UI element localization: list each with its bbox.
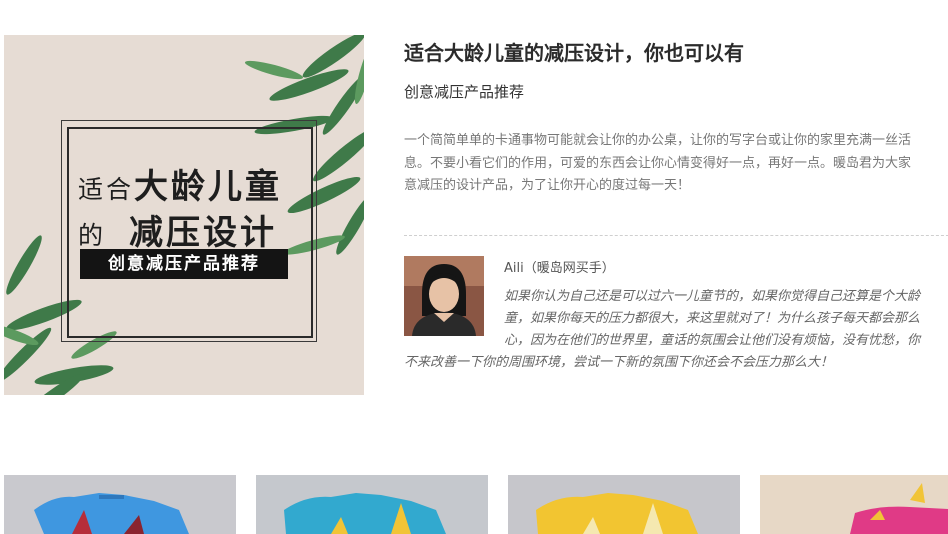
author-quote-line: 童，如果你每天的压力都很大，来这里就对了！为什么孩子每天都会那么: [504, 311, 921, 326]
description-line: 息。不要小看它们的作用，可爱的东西会让你心情变得好一点，再好一点。暖岛君为大家: [404, 155, 912, 171]
hero-tag: 创意减压产品推荐: [80, 249, 288, 279]
hero-line2-big: 减压设计: [129, 213, 278, 253]
hero-line1-small: 适合: [78, 175, 135, 204]
hero-line2-small: 的: [78, 221, 104, 250]
pink-toy-image: [760, 475, 948, 534]
blue-toy-image: [4, 475, 236, 534]
product-thumb-yellow[interactable]: [508, 475, 740, 534]
article-subtitle: 创意减压产品推荐: [404, 83, 525, 101]
article-description: 一个简简单单的卡通事物可能就会让你的办公桌，让你的写字台或让你的家里充满一丝活 …: [404, 130, 948, 198]
article-title[interactable]: 适合大龄儿童的减压设计，你也可以有: [404, 37, 744, 66]
author-name[interactable]: Aili（暖岛网买手）: [504, 257, 615, 276]
hero-headline-line2: 的减压设计: [78, 205, 277, 254]
yellow-toy-image: [508, 475, 740, 534]
product-thumb-cyan[interactable]: [256, 475, 488, 534]
hero-line1-big: 大龄儿童: [134, 167, 283, 207]
hero-headline-line1: 适合大龄儿童: [78, 159, 282, 208]
author-avatar[interactable]: [404, 256, 484, 336]
cyan-toy-image: [256, 475, 488, 534]
author-quote-line: 心，因为在他们的世界里，童话的氛围会让他们没有烦恼，没有忧愁，你: [504, 333, 921, 348]
description-line: 一个简简单单的卡通事物可能就会让你的办公桌，让你的写字台或让你的家里充满一丝活: [404, 133, 912, 148]
author-quote-line: 不来改善一下你的周围环境，尝试一下新的氛围下你还会不会压力那么大！: [404, 355, 834, 370]
hero-image[interactable]: 适合大龄儿童 的减压设计 创意减压产品推荐: [4, 35, 364, 395]
product-thumb-pink[interactable]: [760, 475, 948, 534]
avatar-portrait-icon: [404, 256, 484, 336]
author-quote-line: 如果你认为自己还是可以过六一儿童节的，如果你觉得自己还算是个大龄: [504, 289, 921, 304]
dashed-divider: [404, 235, 948, 236]
product-thumb-blue[interactable]: [4, 475, 236, 534]
description-line: 意减压的设计产品，为了让你开心的度过每一天！: [404, 178, 691, 193]
